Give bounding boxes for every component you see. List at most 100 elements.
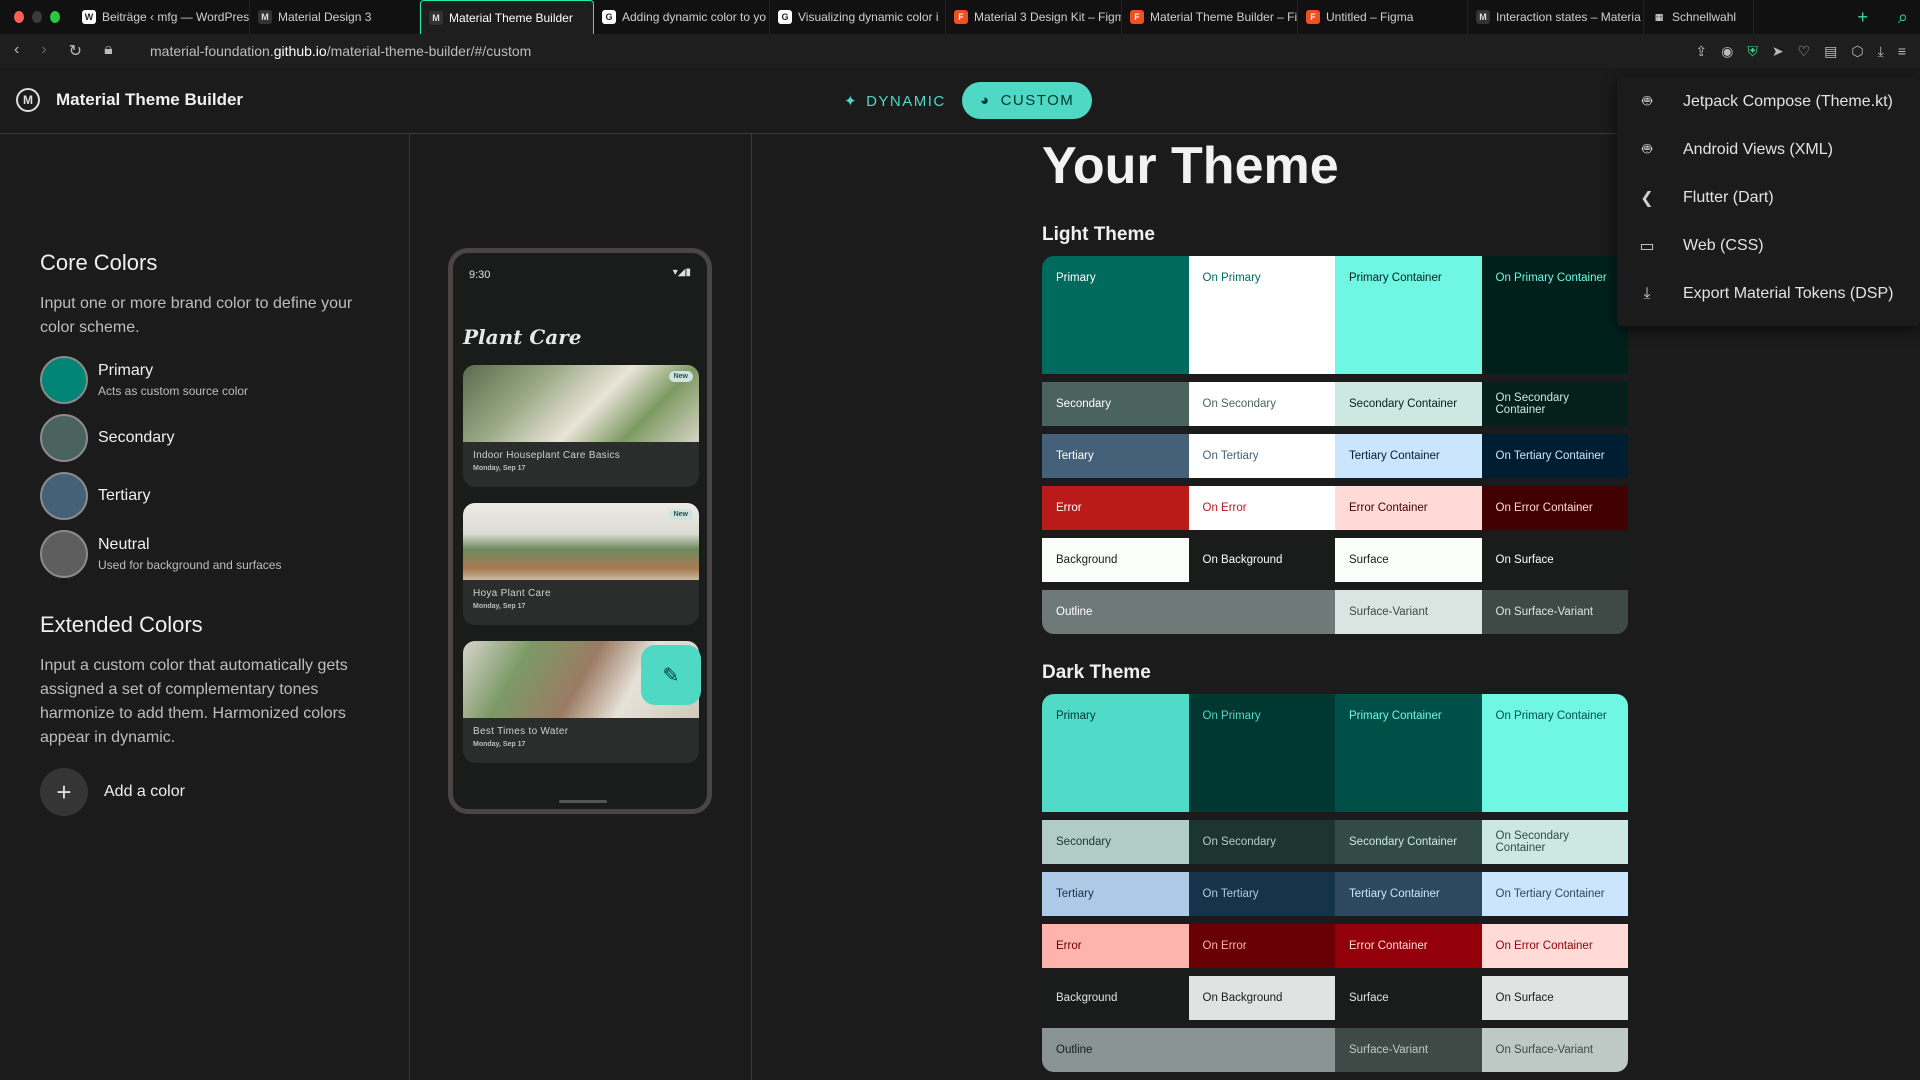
color-role-cell[interactable]: On Primary (1188, 694, 1335, 812)
shield-icon[interactable]: ⛨ (1747, 43, 1758, 60)
swatch-secondary[interactable]: Secondary (40, 414, 175, 462)
browser-tab[interactable]: M Material Design 3 (250, 0, 420, 34)
color-role-cell[interactable]: On Surface-Variant (1481, 590, 1628, 634)
menu-icon[interactable]: ≡ (1898, 43, 1906, 60)
export-menu-item[interactable]: ⤓ Export Material Tokens (DSP) (1617, 270, 1920, 318)
color-role-cell[interactable]: Secondary Container (1335, 382, 1482, 426)
dynamic-mode-button[interactable]: ✦ DYNAMIC (834, 83, 956, 119)
color-role-cell[interactable]: Error Container (1335, 924, 1482, 968)
reload-icon[interactable]: ↻ (69, 41, 82, 61)
browser-tab[interactable]: G Visualizing dynamic color i (770, 0, 946, 34)
color-role-cell[interactable]: On Error (1188, 924, 1335, 968)
article-card[interactable]: New Indoor Houseplant Care Basics Monday… (463, 365, 699, 487)
color-role-cell[interactable]: Primary Container (1335, 694, 1482, 812)
browser-tab[interactable]: M Material Theme Builder (420, 0, 594, 34)
color-role-cell[interactable]: Secondary (1042, 820, 1189, 864)
camera-icon[interactable]: ◉ (1721, 43, 1733, 60)
color-role-cell[interactable]: On Tertiary (1188, 872, 1335, 916)
color-role-row: Tertiary On Tertiary Tertiary Container On … (1042, 434, 1628, 478)
export-menu-item[interactable]: ▭ Web (CSS) (1617, 222, 1920, 270)
color-role-cell[interactable]: On Background (1188, 538, 1335, 582)
swatch-label: Primary (98, 362, 154, 379)
color-role-cell[interactable]: On Error (1188, 486, 1335, 530)
color-role-cell[interactable]: Outline (1042, 1028, 1335, 1072)
color-role-cell[interactable]: On Primary (1188, 256, 1335, 374)
primary-swatch[interactable] (40, 356, 88, 404)
swatch-primary[interactable]: Primary Acts as custom source color (40, 356, 248, 404)
export-menu-item[interactable]: 🤖︎ Android Views (XML) (1617, 126, 1920, 174)
color-role-cell[interactable]: On Error Container (1481, 924, 1628, 968)
color-role-cell[interactable]: Secondary Container (1335, 820, 1482, 864)
browser-tab[interactable]: F Material Theme Builder – Fi (1122, 0, 1298, 34)
download-icon[interactable]: ⤓ (1878, 43, 1884, 60)
color-role-cell[interactable]: On Tertiary Container (1481, 872, 1628, 916)
secondary-swatch[interactable] (40, 414, 88, 462)
color-role-cell[interactable]: Secondary (1042, 382, 1189, 426)
color-role-cell[interactable]: Primary Container (1335, 256, 1482, 374)
document-icon[interactable]: ▤ (1824, 43, 1837, 60)
color-role-cell[interactable]: On Secondary Container (1481, 382, 1628, 426)
tertiary-swatch[interactable] (40, 472, 88, 520)
color-role-cell[interactable]: Surface (1335, 538, 1482, 582)
color-role-cell[interactable]: Surface-Variant (1335, 590, 1482, 634)
search-tabs-icon[interactable]: ⌕ (1898, 7, 1908, 28)
browser-tab[interactable]: F Material 3 Design Kit – Figm (946, 0, 1122, 34)
url-field[interactable]: material-foundation.github.io/material-t… (150, 43, 1695, 59)
tab-favicon-icon: M (429, 10, 443, 25)
color-role-cell[interactable]: On Tertiary (1188, 434, 1335, 478)
swatch-neutral[interactable]: Neutral Used for background and surfaces (40, 530, 281, 578)
color-role-cell[interactable]: On Primary Container (1481, 694, 1628, 812)
minimize-window-button[interactable] (32, 11, 42, 23)
color-role-cell[interactable]: On Tertiary Container (1481, 434, 1628, 478)
tab-label: Visualizing dynamic color i (798, 10, 939, 24)
browser-tab[interactable]: G Adding dynamic color to yo (594, 0, 770, 34)
browser-tab[interactable]: ▦ Schnellwahl (1644, 0, 1754, 34)
new-tab-icon[interactable]: + (1857, 7, 1868, 28)
color-role-cell[interactable]: Primary (1042, 694, 1189, 812)
maximize-window-button[interactable] (50, 11, 60, 23)
add-color-button[interactable]: + Add a color (40, 768, 185, 816)
send-icon[interactable]: ➤ (1772, 43, 1784, 60)
color-role-cell[interactable]: Outline (1042, 590, 1335, 634)
color-role-cell[interactable]: Error (1042, 924, 1189, 968)
color-role-cell[interactable]: On Background (1188, 976, 1335, 1020)
color-role-cell[interactable]: Surface (1335, 976, 1482, 1020)
article-card[interactable]: New Hoya Plant Care Monday, Sep 17 (463, 503, 699, 625)
browser-tab[interactable]: M Interaction states – Materia (1468, 0, 1644, 34)
browser-tab[interactable]: F Untitled – Figma (1298, 0, 1468, 34)
custom-mode-button[interactable]: ◕ CUSTOM (962, 82, 1093, 119)
color-role-cell[interactable]: Tertiary Container (1335, 434, 1482, 478)
color-role-cell[interactable]: On Surface (1481, 538, 1628, 582)
color-role-cell[interactable]: Error Container (1335, 486, 1482, 530)
tab-label: Material Design 3 (278, 10, 372, 24)
color-role-cell[interactable]: Tertiary (1042, 434, 1189, 478)
neutral-swatch[interactable] (40, 530, 88, 578)
back-icon[interactable]: ‹ (14, 41, 19, 61)
color-role-cell[interactable]: Surface-Variant (1335, 1028, 1482, 1072)
color-role-cell[interactable]: Error (1042, 486, 1189, 530)
swatch-tertiary[interactable]: Tertiary (40, 472, 150, 520)
close-window-button[interactable] (14, 11, 24, 23)
color-role-cell[interactable]: Background (1042, 976, 1189, 1020)
color-role-cell[interactable]: On Error Container (1481, 486, 1628, 530)
export-menu-item[interactable]: ❮ Flutter (Dart) (1617, 174, 1920, 222)
color-role-cell[interactable]: Tertiary (1042, 872, 1189, 916)
color-role-row: Background On Background Surface On Surface (1042, 538, 1628, 582)
color-role-cell[interactable]: On Surface-Variant (1481, 1028, 1628, 1072)
tab-favicon-icon: M (258, 10, 272, 24)
heart-icon[interactable]: ♡ (1798, 43, 1811, 60)
forward-icon[interactable]: › (41, 41, 46, 61)
color-role-cell[interactable]: On Primary Container (1481, 256, 1628, 374)
color-role-cell[interactable]: Tertiary Container (1335, 872, 1482, 916)
color-role-cell[interactable]: Background (1042, 538, 1189, 582)
export-menu-item[interactable]: 🤖︎ Jetpack Compose (Theme.kt) (1617, 78, 1920, 126)
browser-tab[interactable]: W Beiträge ‹ mfg — WordPres (74, 0, 250, 34)
color-role-cell[interactable]: On Secondary (1188, 382, 1335, 426)
color-role-cell[interactable]: Primary (1042, 256, 1189, 374)
cube-icon[interactable]: ⬡ (1851, 43, 1863, 60)
color-role-cell[interactable]: On Surface (1481, 976, 1628, 1020)
edit-fab-button[interactable]: ✎ (641, 645, 701, 705)
color-role-cell[interactable]: On Secondary (1188, 820, 1335, 864)
color-role-cell[interactable]: On Secondary Container (1481, 820, 1628, 864)
share-icon[interactable]: ⇪ (1695, 43, 1707, 60)
